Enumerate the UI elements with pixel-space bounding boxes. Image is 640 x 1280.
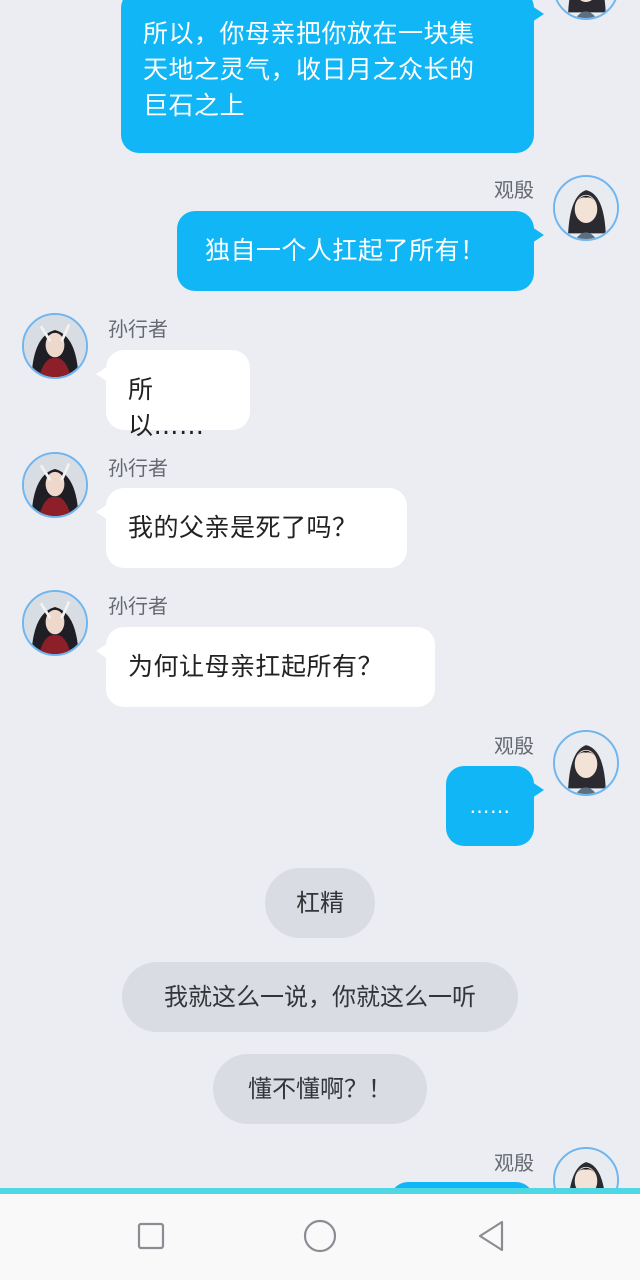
- navigation-bar: [0, 1188, 640, 1280]
- sender-name: 孙行者: [108, 594, 168, 618]
- message-bubble[interactable]: 所以，你母亲把你放在一块集 天地之灵气，收日月之众长的 巨石之上: [121, 0, 544, 153]
- message-bubble[interactable]: 独自一个人扛起了所有！: [177, 211, 544, 291]
- sender-name: 观殷: [494, 734, 534, 758]
- guanyin-avatar[interactable]: [553, 730, 619, 796]
- message-bubble[interactable]: 为何让母亲扛起所有？: [96, 627, 435, 707]
- sender-name: 观殷: [494, 178, 534, 202]
- triangle-back-icon: [472, 1216, 512, 1256]
- pill-button[interactable]: 懂不懂啊？！: [213, 1054, 427, 1124]
- guanyin-avatar[interactable]: [553, 0, 619, 20]
- square-icon: [131, 1216, 171, 1256]
- back-button[interactable]: [472, 1216, 512, 1256]
- home-button[interactable]: [300, 1216, 340, 1256]
- sender-name: 观殷: [494, 1151, 534, 1175]
- message-bubble[interactable]: 所以……: [96, 350, 250, 440]
- pill-button[interactable]: 我就这么一说，你就这么一听: [122, 962, 518, 1032]
- circle-icon: [300, 1216, 340, 1256]
- sunxingzhe-avatar[interactable]: [22, 590, 88, 656]
- chat-screen: 所以，你母亲把你放在一块集 天地之灵气，收日月之众长的 巨石之上 观殷 独自一个…: [0, 0, 640, 1280]
- sunxingzhe-avatar[interactable]: [22, 452, 88, 518]
- message-bubble[interactable]: 我的父亲是死了吗？: [96, 488, 407, 568]
- sunxingzhe-avatar[interactable]: [22, 313, 88, 379]
- sender-name: 孙行者: [108, 317, 168, 341]
- guanyin-avatar[interactable]: [553, 175, 619, 241]
- pill-button[interactable]: 杠精: [265, 868, 375, 938]
- sender-name: 孙行者: [108, 456, 168, 480]
- message-bubble[interactable]: ……: [446, 766, 544, 846]
- recents-button[interactable]: [131, 1216, 171, 1256]
